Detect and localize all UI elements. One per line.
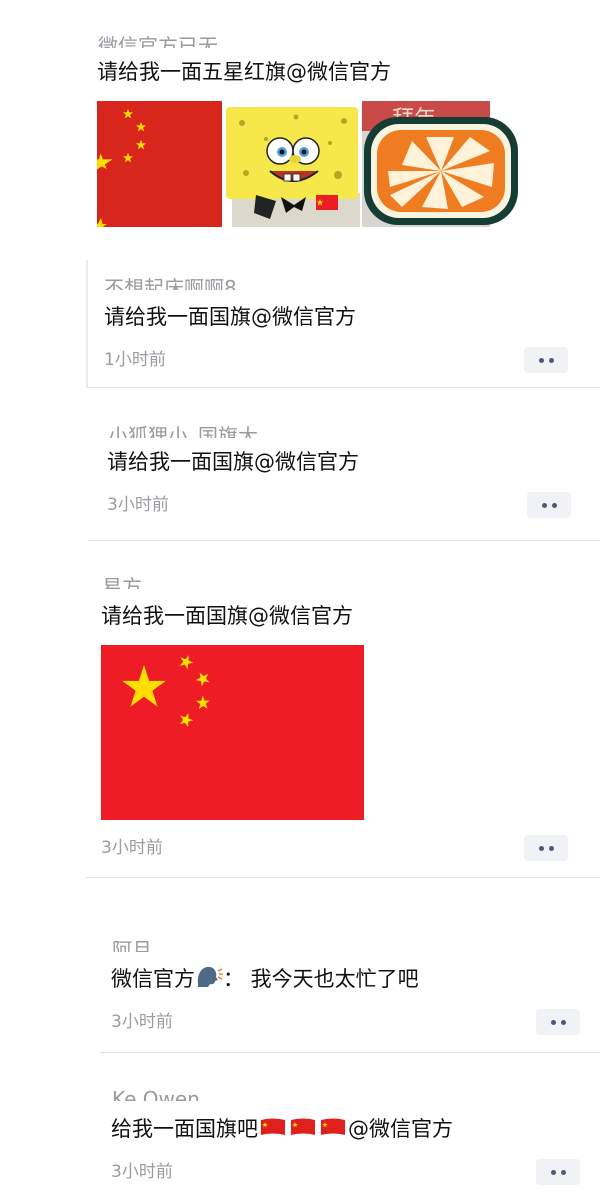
comment-text-body: ： 我今天也太忙了吧 (223, 967, 419, 991)
comment-item: 阿月 微信官方 ： 我今天也太忙了吧 3小时前 (0, 878, 600, 1052)
more-dots-icon (538, 357, 544, 363)
comment-text: 请给我一面五星红旗@微信官方 (97, 60, 391, 84)
comment-username[interactable]: 不想起床啊啊8 (104, 276, 237, 290)
more-dots-icon (550, 1169, 556, 1175)
comment-time: 3小时前 (101, 838, 163, 858)
comment-username[interactable]: 阿月 (112, 938, 152, 952)
comment-item: 不想起床啊啊8 请给我一面国旗@微信官方 1小时前 (0, 250, 600, 388)
more-button[interactable] (524, 347, 568, 373)
comment-text: 请给我一面国旗@微信官方 (104, 305, 356, 329)
more-dots-icon (550, 1019, 556, 1025)
comment-text: 请给我一面国旗@微信官方 (101, 604, 353, 628)
more-button[interactable] (536, 1009, 580, 1035)
mention-text[interactable]: 微信官方 (111, 967, 195, 991)
comment-time: 3小时前 (111, 1162, 173, 1182)
more-dots-icon (541, 502, 547, 508)
speaking-head-icon (195, 964, 223, 996)
comment-username[interactable]: Ke Owen (112, 1087, 200, 1101)
comment-text: 给我一面国旗吧 @微信官方 (111, 1114, 453, 1145)
comment-item: 小狐狸小_国旗大 请给我一面国旗@微信官方 3小时前 (0, 388, 600, 540)
comment-username[interactable]: 微信官方已无 (98, 34, 218, 48)
china-flag-image[interactable] (101, 645, 364, 820)
more-dots-icon (538, 845, 544, 851)
orange-sticker-image[interactable]: 拜年 (362, 101, 520, 227)
more-button[interactable] (527, 492, 571, 518)
china-flag-image[interactable] (97, 101, 222, 227)
comment-text: 微信官方 ： 我今天也太忙了吧 (111, 964, 419, 996)
comment-username[interactable]: 小狐狸小_国旗大 (108, 424, 258, 438)
comment-item: 易方 请给我一面国旗@微信官方 3小时前 (0, 541, 600, 877)
china-flag-icon (290, 1115, 316, 1145)
comment-time: 3小时前 (111, 1012, 173, 1032)
comment-item: 微信官方已无 请给我一面五星红旗@微信官方 (0, 0, 600, 250)
more-button[interactable] (524, 835, 568, 861)
mention-text[interactable]: @微信官方 (348, 1117, 453, 1141)
comment-text-body: 给我一面国旗吧 (111, 1117, 258, 1141)
comment-feed: 微信官方已无 请给我一面五星红旗@微信官方 不想起床啊啊8 请给我一面国旗@微信… (0, 0, 600, 1200)
comment-username[interactable]: 易方 (102, 575, 142, 589)
china-flag-icon (260, 1115, 286, 1145)
comment-time: 3小时前 (107, 495, 169, 515)
spongebob-sticker-image[interactable] (226, 101, 361, 227)
comment-item: Ke Owen 给我一面国旗吧 @微信官方 3小时前 (0, 1053, 600, 1200)
comment-text: 请给我一面国旗@微信官方 (107, 450, 359, 474)
more-button[interactable] (536, 1159, 580, 1185)
comment-time: 1小时前 (104, 350, 166, 370)
comment-border (86, 260, 88, 388)
china-flag-icon (320, 1115, 346, 1145)
